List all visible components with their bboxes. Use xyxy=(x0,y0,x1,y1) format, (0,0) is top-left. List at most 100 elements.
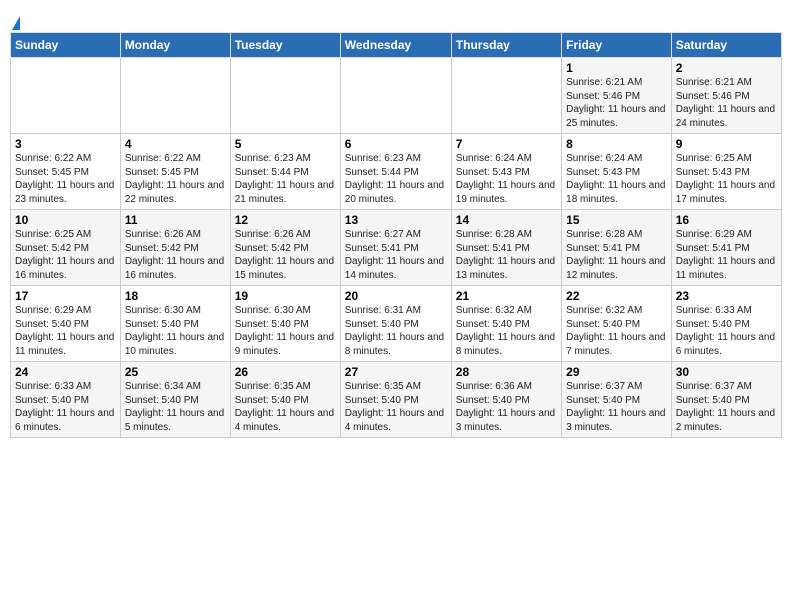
calendar-cell: 24 Sunrise: 6:33 AM Sunset: 5:40 PM Dayli… xyxy=(11,362,121,438)
weekday-header: Tuesday xyxy=(230,33,340,58)
day-info: Sunrise: 6:30 AM Sunset: 5:40 PM Dayligh… xyxy=(125,305,224,357)
weekday-header: Sunday xyxy=(11,33,121,58)
day-number: 16 xyxy=(676,213,777,227)
calendar-cell: 30 Sunrise: 6:37 AM Sunset: 5:40 PM Dayli… xyxy=(671,362,781,438)
day-info: Sunrise: 6:29 AM Sunset: 5:41 PM Dayligh… xyxy=(676,229,775,281)
calendar-cell: 19Sunrise: 6:30 AM Sunset: 5:40 PM Dayli… xyxy=(230,286,340,362)
calendar-week-row: 10 Sunrise: 6:25 AM Sunset: 5:42 PM Dayli… xyxy=(11,210,782,286)
calendar-cell: 21 Sunrise: 6:32 AM Sunset: 5:40 PM Dayli… xyxy=(451,286,561,362)
day-number: 11 xyxy=(125,213,226,227)
weekday-header: Monday xyxy=(120,33,230,58)
day-number: 30 xyxy=(676,365,777,379)
calendar-cell: 17 Sunrise: 6:29 AM Sunset: 5:40 PM Dayli… xyxy=(11,286,121,362)
day-number: 24 xyxy=(15,365,116,379)
calendar-cell: 25Sunrise: 6:34 AM Sunset: 5:40 PM Dayli… xyxy=(120,362,230,438)
calendar-cell: 7 Sunrise: 6:24 AM Sunset: 5:43 PM Daylig… xyxy=(451,134,561,210)
weekday-header: Thursday xyxy=(451,33,561,58)
calendar-cell: 18 Sunrise: 6:30 AM Sunset: 5:40 PM Dayli… xyxy=(120,286,230,362)
calendar-cell xyxy=(451,58,561,134)
day-info: Sunrise: 6:36 AM Sunset: 5:40 PM Dayligh… xyxy=(456,381,555,433)
day-info: Sunrise: 6:27 AM Sunset: 5:41 PM Dayligh… xyxy=(345,229,444,281)
day-info: Sunrise: 6:25 AM Sunset: 5:42 PM Dayligh… xyxy=(15,229,114,281)
day-number: 7 xyxy=(456,137,557,151)
day-number: 1 xyxy=(566,61,667,75)
day-number: 13 xyxy=(345,213,447,227)
day-info: Sunrise: 6:37 AM Sunset: 5:40 PM Dayligh… xyxy=(676,381,775,433)
day-number: 29 xyxy=(566,365,667,379)
day-info: Sunrise: 6:32 AM Sunset: 5:40 PM Dayligh… xyxy=(566,305,665,357)
calendar-cell: 20 Sunrise: 6:31 AM Sunset: 5:40 PM Dayli… xyxy=(340,286,451,362)
calendar-cell: 29 Sunrise: 6:37 AM Sunset: 5:40 PM Dayli… xyxy=(562,362,672,438)
calendar-cell: 11 Sunrise: 6:26 AM Sunset: 5:42 PM Dayli… xyxy=(120,210,230,286)
day-info: Sunrise: 6:23 AM Sunset: 5:44 PM Dayligh… xyxy=(345,153,444,205)
day-number: 3 xyxy=(15,137,116,151)
logo xyxy=(10,10,20,28)
day-number: 12 xyxy=(235,213,336,227)
day-number: 5 xyxy=(235,137,336,151)
day-info: Sunrise: 6:32 AM Sunset: 5:40 PM Dayligh… xyxy=(456,305,555,357)
day-number: 4 xyxy=(125,137,226,151)
day-number: 18 xyxy=(125,289,226,303)
calendar-cell: 5 Sunrise: 6:23 AM Sunset: 5:44 PM Daylig… xyxy=(230,134,340,210)
day-info: Sunrise: 6:25 AM Sunset: 5:43 PM Dayligh… xyxy=(676,153,775,205)
day-info: Sunrise: 6:28 AM Sunset: 5:41 PM Dayligh… xyxy=(456,229,555,281)
day-info: Sunrise: 6:35 AM Sunset: 5:40 PM Dayligh… xyxy=(235,381,334,433)
calendar-week-row: 24 Sunrise: 6:33 AM Sunset: 5:40 PM Dayli… xyxy=(11,362,782,438)
day-number: 6 xyxy=(345,137,447,151)
day-number: 23 xyxy=(676,289,777,303)
calendar-week-row: 3 Sunrise: 6:22 AM Sunset: 5:45 PM Daylig… xyxy=(11,134,782,210)
calendar-header-row: SundayMondayTuesdayWednesdayThursdayFrid… xyxy=(11,33,782,58)
calendar-cell: 28 Sunrise: 6:36 AM Sunset: 5:40 PM Dayli… xyxy=(451,362,561,438)
calendar-cell: 22 Sunrise: 6:32 AM Sunset: 5:40 PM Dayli… xyxy=(562,286,672,362)
day-info: Sunrise: 6:24 AM Sunset: 5:43 PM Dayligh… xyxy=(566,153,665,205)
day-info: Sunrise: 6:24 AM Sunset: 5:43 PM Dayligh… xyxy=(456,153,555,205)
calendar-cell: 26 Sunrise: 6:35 AM Sunset: 5:40 PM Dayli… xyxy=(230,362,340,438)
calendar-cell: 1 Sunrise: 6:21 AM Sunset: 5:46 PM Daylig… xyxy=(562,58,672,134)
calendar-cell xyxy=(120,58,230,134)
calendar-cell: 27 Sunrise: 6:35 AM Sunset: 5:40 PM Dayli… xyxy=(340,362,451,438)
calendar-cell: 6 Sunrise: 6:23 AM Sunset: 5:44 PM Daylig… xyxy=(340,134,451,210)
calendar-cell: 10 Sunrise: 6:25 AM Sunset: 5:42 PM Dayli… xyxy=(11,210,121,286)
day-info: Sunrise: 6:31 AM Sunset: 5:40 PM Dayligh… xyxy=(345,305,444,357)
day-number: 22 xyxy=(566,289,667,303)
calendar-cell: 15 Sunrise: 6:28 AM Sunset: 5:41 PM Dayli… xyxy=(562,210,672,286)
day-number: 14 xyxy=(456,213,557,227)
page-header xyxy=(10,10,782,28)
day-info: Sunrise: 6:26 AM Sunset: 5:42 PM Dayligh… xyxy=(125,229,224,281)
calendar-week-row: 1 Sunrise: 6:21 AM Sunset: 5:46 PM Daylig… xyxy=(11,58,782,134)
calendar-cell: 16 Sunrise: 6:29 AM Sunset: 5:41 PM Dayli… xyxy=(671,210,781,286)
day-info: Sunrise: 6:35 AM Sunset: 5:40 PM Dayligh… xyxy=(345,381,444,433)
calendar-cell: 4Sunrise: 6:22 AM Sunset: 5:45 PM Daylig… xyxy=(120,134,230,210)
weekday-header: Saturday xyxy=(671,33,781,58)
day-number: 19 xyxy=(235,289,336,303)
day-info: Sunrise: 6:34 AM Sunset: 5:40 PM Dayligh… xyxy=(125,381,224,433)
calendar-cell xyxy=(11,58,121,134)
calendar-table: SundayMondayTuesdayWednesdayThursdayFrid… xyxy=(10,32,782,438)
day-info: Sunrise: 6:23 AM Sunset: 5:44 PM Dayligh… xyxy=(235,153,334,205)
logo-triangle-icon xyxy=(12,16,20,30)
day-number: 8 xyxy=(566,137,667,151)
day-info: Sunrise: 6:29 AM Sunset: 5:40 PM Dayligh… xyxy=(15,305,114,357)
day-info: Sunrise: 6:28 AM Sunset: 5:41 PM Dayligh… xyxy=(566,229,665,281)
day-info: Sunrise: 6:26 AM Sunset: 5:42 PM Dayligh… xyxy=(235,229,334,281)
weekday-header: Wednesday xyxy=(340,33,451,58)
day-number: 15 xyxy=(566,213,667,227)
day-number: 20 xyxy=(345,289,447,303)
calendar-week-row: 17 Sunrise: 6:29 AM Sunset: 5:40 PM Dayli… xyxy=(11,286,782,362)
day-number: 10 xyxy=(15,213,116,227)
weekday-header: Friday xyxy=(562,33,672,58)
calendar-cell xyxy=(230,58,340,134)
day-info: Sunrise: 6:22 AM Sunset: 5:45 PM Dayligh… xyxy=(15,153,114,205)
day-number: 27 xyxy=(345,365,447,379)
day-number: 17 xyxy=(15,289,116,303)
day-info: Sunrise: 6:33 AM Sunset: 5:40 PM Dayligh… xyxy=(15,381,114,433)
calendar-cell: 13 Sunrise: 6:27 AM Sunset: 5:41 PM Dayli… xyxy=(340,210,451,286)
day-number: 21 xyxy=(456,289,557,303)
day-info: Sunrise: 6:37 AM Sunset: 5:40 PM Dayligh… xyxy=(566,381,665,433)
calendar-cell: 2Sunrise: 6:21 AM Sunset: 5:46 PM Daylig… xyxy=(671,58,781,134)
calendar-cell xyxy=(340,58,451,134)
day-number: 9 xyxy=(676,137,777,151)
day-number: 26 xyxy=(235,365,336,379)
day-number: 28 xyxy=(456,365,557,379)
day-info: Sunrise: 6:21 AM Sunset: 5:46 PM Dayligh… xyxy=(566,77,665,129)
